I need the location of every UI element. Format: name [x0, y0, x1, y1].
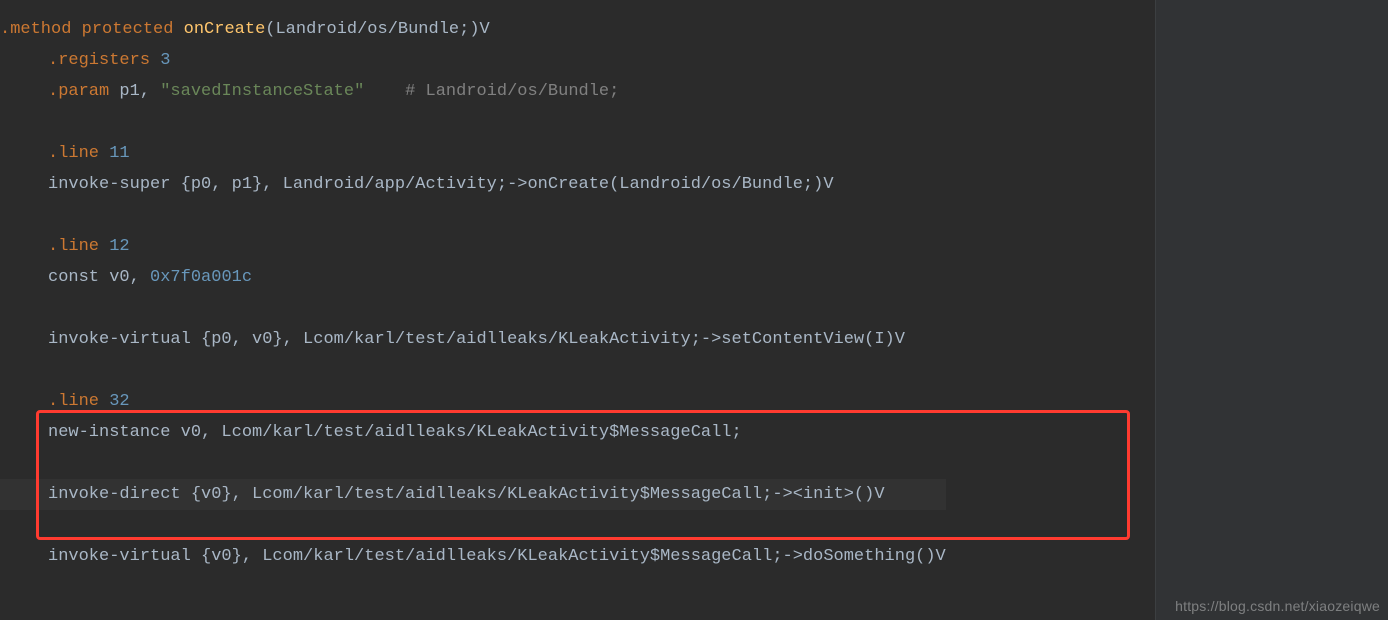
keyword: .line: [48, 392, 109, 411]
number: 32: [109, 392, 129, 411]
code-line: .line 32: [0, 386, 946, 417]
text: [150, 82, 160, 101]
text: const v0,: [48, 268, 150, 287]
code-line: .param p1, "savedInstanceState" # Landro…: [0, 76, 946, 107]
code-line: [0, 510, 946, 541]
keyword: .method: [0, 20, 71, 39]
code-line: invoke-super {p0, p1}, Landroid/app/Acti…: [0, 169, 946, 200]
code-line: invoke-virtual {p0, v0}, Lcom/karl/test/…: [0, 324, 946, 355]
code-line: [0, 448, 946, 479]
code-line: .line 12: [0, 231, 946, 262]
string: "savedInstanceState": [160, 82, 364, 101]
text: p1,: [119, 82, 150, 101]
code-block: .method protected onCreate(Landroid/os/B…: [0, 0, 946, 572]
code-line: [0, 355, 946, 386]
text: invoke-virtual {p0, v0}, Lcom/karl/test/…: [48, 330, 905, 349]
keyword: .param: [48, 82, 119, 101]
keyword: .registers: [48, 51, 160, 70]
code-editor: .method protected onCreate(Landroid/os/B…: [0, 0, 1156, 620]
code-line: const v0, 0x7f0a001c: [0, 262, 946, 293]
number: 3: [160, 51, 170, 70]
number: 11: [109, 144, 129, 163]
text: invoke-virtual {v0}, Lcom/karl/test/aidl…: [48, 547, 946, 566]
number: 0x7f0a001c: [150, 268, 252, 287]
code-line: .method protected onCreate(Landroid/os/B…: [0, 14, 946, 45]
method-name: onCreate: [184, 20, 266, 39]
keyword: .line: [48, 237, 109, 256]
keyword: .line: [48, 144, 109, 163]
text: [71, 20, 81, 39]
code-line: .registers 3: [0, 45, 946, 76]
text: new-instance v0, Lcom/karl/test/aidlleak…: [48, 423, 742, 442]
right-panel: [1156, 0, 1388, 620]
text: invoke-super {p0, p1}, Landroid/app/Acti…: [48, 175, 834, 194]
text: [173, 20, 183, 39]
code-line: invoke-direct {v0}, Lcom/karl/test/aidll…: [0, 479, 946, 510]
text: [364, 82, 405, 101]
code-line: [0, 200, 946, 231]
code-line: invoke-virtual {v0}, Lcom/karl/test/aidl…: [0, 541, 946, 572]
comment: # Landroid/os/Bundle;: [405, 82, 619, 101]
code-line: new-instance v0, Lcom/karl/test/aidlleak…: [0, 417, 946, 448]
code-line: .line 11: [0, 138, 946, 169]
keyword: protected: [82, 20, 174, 39]
code-line: [0, 107, 946, 138]
number: 12: [109, 237, 129, 256]
text: invoke-direct {v0}, Lcom/karl/test/aidll…: [48, 485, 885, 504]
code-line: [0, 293, 946, 324]
text: (Landroid/os/Bundle;)V: [265, 20, 489, 39]
watermark-text: https://blog.csdn.net/xiaozeiqwe: [1175, 598, 1380, 614]
